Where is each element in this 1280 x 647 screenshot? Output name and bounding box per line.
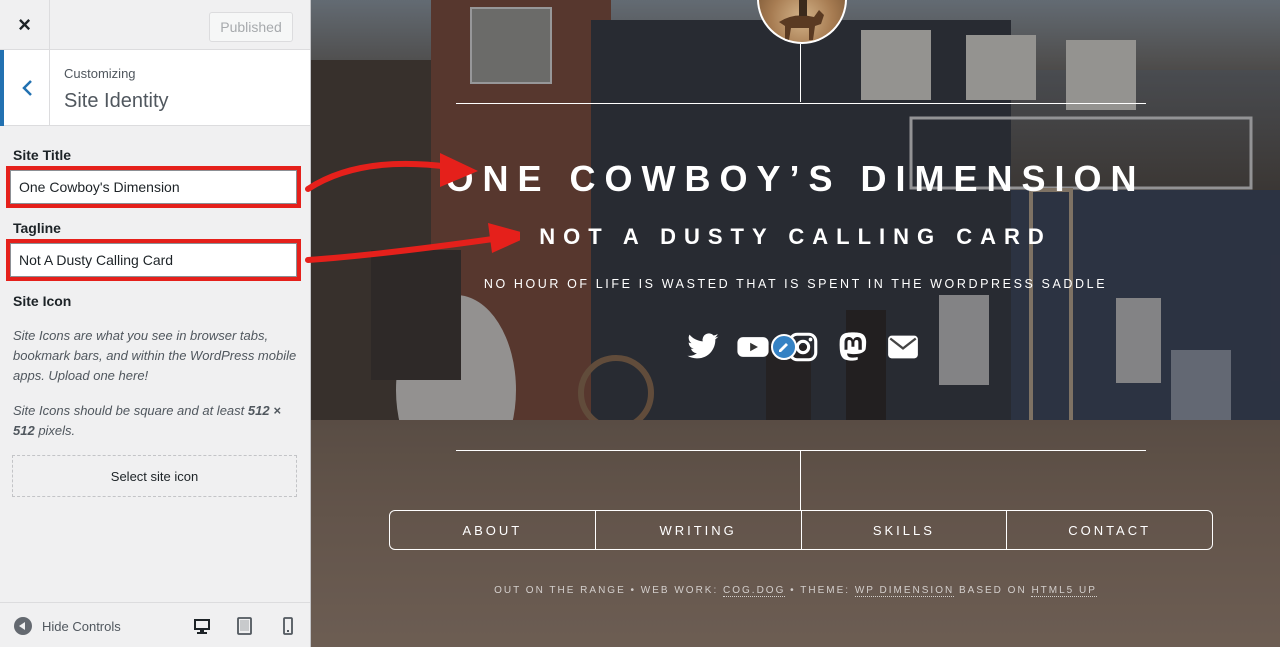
site-icon-size-note: Site Icons should be square and at least… xyxy=(13,401,298,441)
tagline-highlight xyxy=(6,239,301,281)
credits-text-2: • THEME: xyxy=(785,585,855,596)
credits-link-html5up[interactable]: HTML5 UP xyxy=(1031,585,1097,597)
customizer-sidebar: × Published Customizing Site Identity Si… xyxy=(0,0,311,647)
header-connector-top xyxy=(800,44,801,102)
site-title-input[interactable] xyxy=(10,170,297,204)
site-title-label: Site Title xyxy=(13,147,72,163)
site-icon-label: Site Icon xyxy=(13,293,72,309)
desktop-preview-icon[interactable] xyxy=(192,616,212,636)
credits-link-cog-dog[interactable]: COG.DOG xyxy=(723,585,786,597)
nav-writing[interactable]: WRITING xyxy=(596,511,802,549)
customizer-footer: Hide Controls xyxy=(0,602,310,647)
footer-credits: OUT ON THE RANGE • WEB WORK: COG.DOG • T… xyxy=(311,585,1280,597)
nav-skills[interactable]: SKILLS xyxy=(802,511,1008,549)
close-customizer-button[interactable]: × xyxy=(0,0,50,50)
email-icon[interactable] xyxy=(886,330,920,364)
site-title: ONE COWBOY’S DIMENSION xyxy=(445,158,1146,199)
youtube-icon[interactable] xyxy=(736,330,770,364)
select-site-icon-button[interactable]: Select site icon xyxy=(12,455,297,497)
edit-shortcut-button[interactable] xyxy=(771,334,797,360)
header-connector-bottom xyxy=(800,450,801,510)
customizer-header: × Published xyxy=(0,0,310,50)
pencil-icon xyxy=(779,343,788,352)
breadcrumb: Customizing xyxy=(64,66,136,81)
size-note-suffix: pixels. xyxy=(34,423,76,438)
hide-controls-button[interactable]: Hide Controls xyxy=(14,617,121,635)
tagline-label: Tagline xyxy=(13,220,61,236)
header-rule-top xyxy=(456,103,1146,104)
site-quote: NO HOUR OF LIFE IS WASTED THAT IS SPENT … xyxy=(483,277,1108,291)
mobile-preview-icon[interactable] xyxy=(278,616,298,636)
size-note-prefix: Site Icons should be square and at least xyxy=(13,403,248,418)
site-preview: ONE COWBOY’S DIMENSION NOT A DUSTY CALLI… xyxy=(311,0,1280,647)
credits-text-3: BASED ON xyxy=(954,585,1032,596)
tagline-input[interactable] xyxy=(10,243,297,277)
section-title: Site Identity xyxy=(64,90,169,112)
twitter-icon[interactable] xyxy=(686,330,720,364)
back-button[interactable] xyxy=(0,50,50,126)
header-rule-bottom xyxy=(456,450,1146,451)
nav-about[interactable]: ABOUT xyxy=(390,511,596,549)
hide-controls-label: Hide Controls xyxy=(42,618,121,634)
chevron-left-icon xyxy=(21,80,32,96)
site-tagline: NOT A DUSTY CALLING CARD xyxy=(539,224,1052,249)
publish-button[interactable]: Published xyxy=(209,12,293,42)
site-icon-description: Site Icons are what you see in browser t… xyxy=(13,328,297,383)
site-title-highlight xyxy=(6,166,301,208)
social-links xyxy=(686,330,920,364)
credits-link-theme[interactable]: WP DIMENSION xyxy=(854,585,955,597)
main-nav: ABOUT WRITING SKILLS CONTACT xyxy=(389,510,1213,550)
collapse-arrow-icon xyxy=(14,617,32,635)
tablet-preview-icon[interactable] xyxy=(234,616,254,636)
nav-contact[interactable]: CONTACT xyxy=(1007,511,1212,549)
mastodon-icon[interactable] xyxy=(836,330,870,364)
section-header: Customizing Site Identity xyxy=(0,50,310,126)
credits-text-1: OUT ON THE RANGE • WEB WORK: xyxy=(494,585,724,596)
